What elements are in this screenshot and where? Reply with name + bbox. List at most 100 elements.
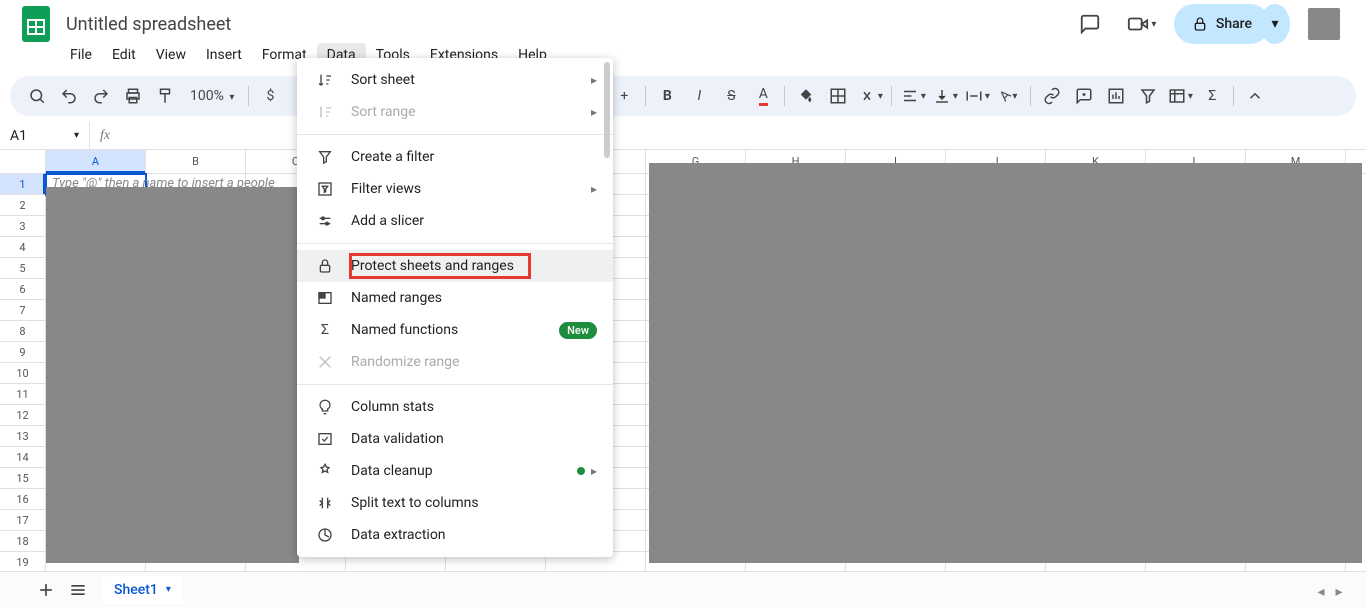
menu-create-filter[interactable]: Create a filter xyxy=(297,141,613,173)
filter-icon[interactable] xyxy=(1133,81,1163,111)
name-box[interactable]: A1▾ xyxy=(0,122,90,149)
scroll-left-icon[interactable]: ◂ xyxy=(1312,583,1330,601)
row-header[interactable]: 3 xyxy=(0,216,46,237)
menu-named-ranges[interactable]: Named ranges xyxy=(297,282,613,314)
sort-icon xyxy=(313,72,337,88)
share-button[interactable]: Share xyxy=(1174,4,1270,44)
menu-view[interactable]: View xyxy=(146,43,196,67)
add-sheet-button[interactable] xyxy=(30,574,62,606)
fx-icon: fx xyxy=(90,128,120,144)
rotate-icon[interactable]: A▾ xyxy=(994,81,1024,111)
row-header[interactable]: 8 xyxy=(0,321,46,342)
bold-icon[interactable]: B xyxy=(652,81,682,111)
sort-range-icon xyxy=(313,104,337,120)
functions-icon[interactable]: Σ xyxy=(1197,81,1227,111)
sigma-icon: Σ xyxy=(313,322,337,338)
select-all-corner[interactable] xyxy=(0,150,46,173)
strikethrough-icon[interactable]: S xyxy=(716,81,746,111)
lightbulb-icon xyxy=(313,399,337,415)
menubar: File Edit View Insert Format Data Tools … xyxy=(0,40,1366,70)
col-header[interactable]: A xyxy=(46,150,146,173)
row-header[interactable]: 16 xyxy=(0,489,46,510)
data-menu-dropdown: Sort sheet▸ Sort range▸ Create a filter … xyxy=(297,58,613,557)
sheet-tab[interactable]: Sheet1▾ xyxy=(102,576,183,604)
menu-add-slicer[interactable]: Add a slicer xyxy=(297,205,613,237)
row-header[interactable]: 18 xyxy=(0,531,46,552)
doc-title[interactable]: Untitled spreadsheet xyxy=(60,12,1070,37)
row-header[interactable]: 10 xyxy=(0,363,46,384)
menu-named-functions[interactable]: Σ Named functions New xyxy=(297,314,613,346)
all-sheets-button[interactable] xyxy=(62,574,94,606)
paint-format-icon[interactable] xyxy=(150,81,180,111)
redo-icon[interactable] xyxy=(86,81,116,111)
table-view-icon[interactable]: ▾ xyxy=(1165,81,1195,111)
row-header[interactable]: 15 xyxy=(0,468,46,489)
comment-icon[interactable] xyxy=(1069,81,1099,111)
link-icon[interactable] xyxy=(1037,81,1067,111)
comments-icon[interactable] xyxy=(1070,4,1110,44)
avatar[interactable] xyxy=(1308,8,1340,40)
print-icon[interactable] xyxy=(118,81,148,111)
borders-icon[interactable] xyxy=(823,81,853,111)
menu-sort-sheet[interactable]: Sort sheet▸ xyxy=(297,64,613,96)
undo-icon[interactable] xyxy=(54,81,84,111)
row-header[interactable]: 9 xyxy=(0,342,46,363)
named-ranges-icon xyxy=(313,290,337,306)
filter-views-icon xyxy=(313,181,337,197)
row-header[interactable]: 6 xyxy=(0,279,46,300)
text-color-icon[interactable]: A xyxy=(748,81,778,111)
merge-icon[interactable]: ▾ xyxy=(855,81,885,111)
row-header[interactable]: 19 xyxy=(0,552,46,573)
status-dot xyxy=(577,467,585,475)
row-header[interactable]: 2 xyxy=(0,195,46,216)
share-caret[interactable]: ▾ xyxy=(1260,4,1290,44)
zoom-select[interactable]: 100% ▾ xyxy=(182,88,242,104)
row-header[interactable]: 4 xyxy=(0,237,46,258)
row-header[interactable]: 13 xyxy=(0,426,46,447)
wrap-icon[interactable]: ▾ xyxy=(962,81,992,111)
toolbar: 100% ▾ $ + B I S A ▾ ▾ ▾ ▾ A▾ ▾ Σ xyxy=(10,76,1356,116)
menu-file[interactable]: File xyxy=(60,43,102,67)
row-header[interactable]: 12 xyxy=(0,405,46,426)
row-header[interactable]: 17 xyxy=(0,510,46,531)
chart-icon[interactable] xyxy=(1101,81,1131,111)
fill-color-icon[interactable] xyxy=(791,81,821,111)
lock-icon xyxy=(1192,16,1208,32)
row-header[interactable]: 14 xyxy=(0,447,46,468)
lock-icon xyxy=(313,258,337,274)
shuffle-icon xyxy=(313,354,337,370)
row-header[interactable]: 1 xyxy=(0,174,46,195)
row-header[interactable]: 5 xyxy=(0,258,46,279)
valign-icon[interactable]: ▾ xyxy=(930,81,960,111)
col-header[interactable]: B xyxy=(146,150,246,173)
extraction-icon xyxy=(313,527,337,543)
row-header[interactable]: 7 xyxy=(0,300,46,321)
menu-split-text[interactable]: Split text to columns xyxy=(297,487,613,519)
share-label: Share xyxy=(1216,16,1252,32)
menu-filter-views[interactable]: Filter views▸ xyxy=(297,173,613,205)
menu-data-validation[interactable]: Data validation xyxy=(297,423,613,455)
cleanup-icon xyxy=(313,463,337,479)
menu-sort-range: Sort range▸ xyxy=(297,96,613,128)
row-header[interactable]: 11 xyxy=(0,384,46,405)
collapse-toolbar-icon[interactable] xyxy=(1240,81,1270,111)
increase-font-icon[interactable]: + xyxy=(609,81,639,111)
menu-randomize: Randomize range xyxy=(297,346,613,378)
filter-icon xyxy=(313,149,337,165)
currency-button[interactable]: $ xyxy=(255,81,285,111)
scroll-right-icon[interactable]: ▸ xyxy=(1330,583,1348,601)
menu-data-cleanup[interactable]: Data cleanup ▸ xyxy=(297,455,613,487)
new-badge: New xyxy=(559,322,597,339)
search-icon[interactable] xyxy=(22,81,52,111)
halign-icon[interactable]: ▾ xyxy=(898,81,928,111)
validation-icon xyxy=(313,431,337,447)
italic-icon[interactable]: I xyxy=(684,81,714,111)
menu-edit[interactable]: Edit xyxy=(102,43,146,67)
menu-protect-sheets[interactable]: Protect sheets and ranges xyxy=(297,250,613,282)
menu-column-stats[interactable]: Column stats xyxy=(297,391,613,423)
menu-data-extraction[interactable]: Data extraction xyxy=(297,519,613,551)
menu-insert[interactable]: Insert xyxy=(196,43,252,67)
meet-icon[interactable]: ▾ xyxy=(1122,4,1162,44)
obscured-area xyxy=(649,163,1362,563)
sheets-logo[interactable] xyxy=(16,4,56,44)
